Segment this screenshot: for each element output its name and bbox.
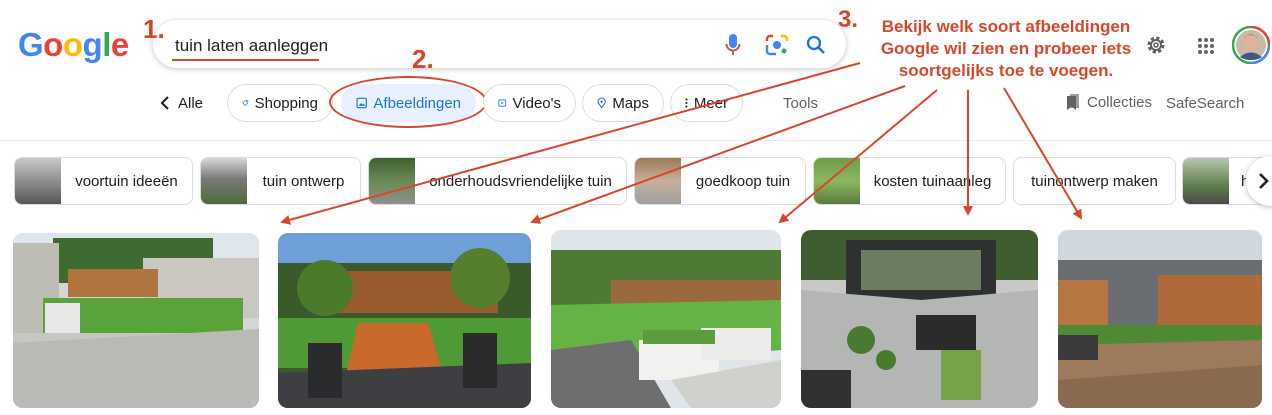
annotation-arrows	[280, 62, 1083, 225]
